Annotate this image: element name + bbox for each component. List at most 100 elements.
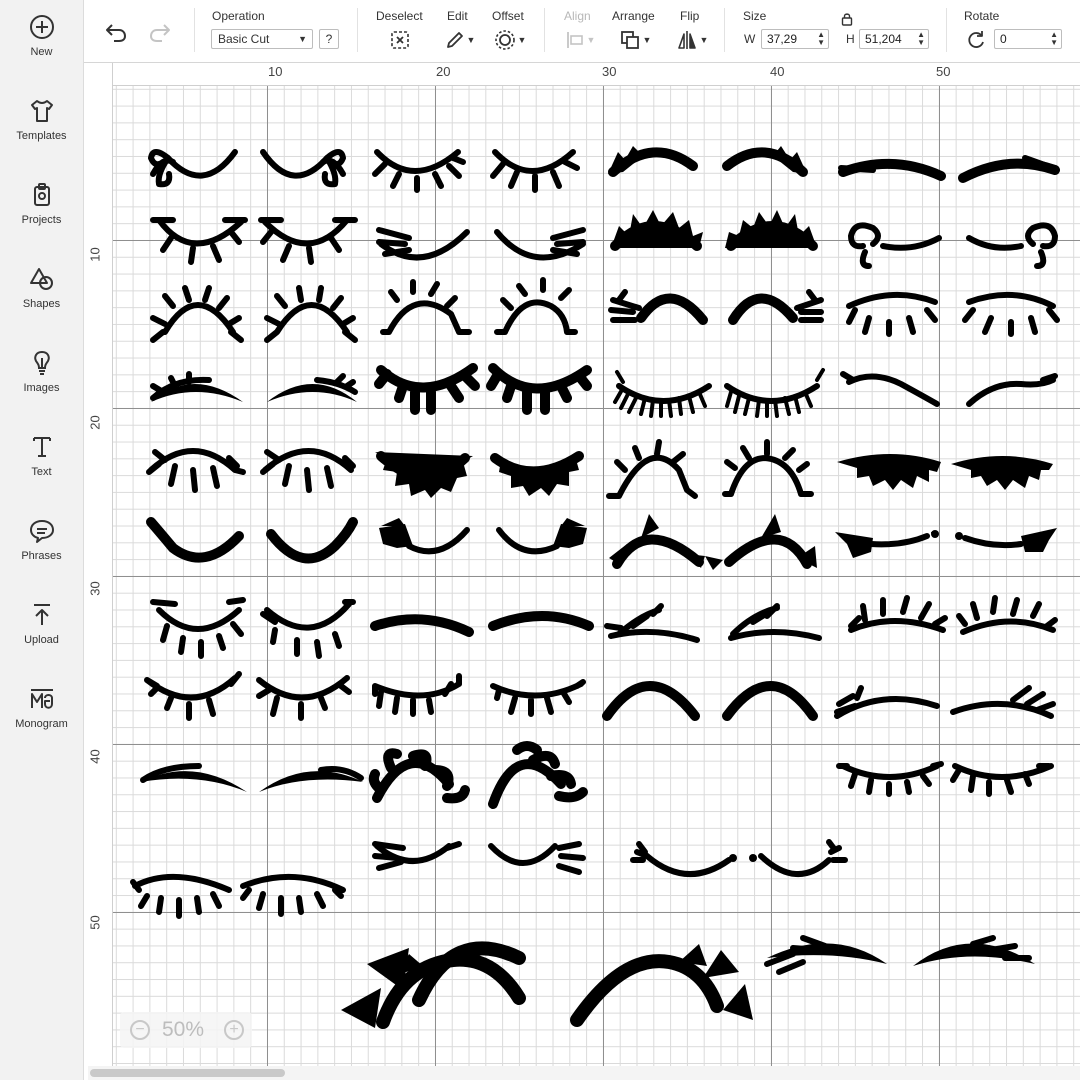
eyelash-shape[interactable]	[749, 839, 848, 877]
sidebar-item-new[interactable]: New	[0, 14, 83, 94]
eyelash-shape[interactable]	[722, 681, 818, 721]
eyelash-shape[interactable]	[630, 841, 737, 877]
eyelash-shape[interactable]	[150, 285, 244, 343]
eyelash-shape[interactable]	[606, 439, 698, 499]
eyelash-shape[interactable]	[341, 941, 526, 1029]
eyelash-shape[interactable]	[256, 675, 352, 721]
eyelash-shape[interactable]	[846, 291, 938, 337]
stepper-icon[interactable]: ▲ ▼	[917, 31, 925, 47]
redo-button[interactable]	[146, 20, 174, 44]
eyelash-shape[interactable]	[490, 149, 580, 193]
eyelash-shape[interactable]	[240, 873, 346, 917]
eyelash-shape[interactable]	[146, 448, 246, 493]
eyelash-shape[interactable]	[372, 841, 462, 871]
rotate-icon[interactable]	[966, 30, 986, 50]
eyelash-shape[interactable]	[368, 748, 470, 804]
eyelash-shape[interactable]	[486, 363, 592, 415]
eyelash-shape[interactable]	[837, 454, 941, 490]
eyelash-shape[interactable]	[372, 149, 466, 193]
eyelash-shape[interactable]	[150, 371, 243, 402]
height-field[interactable]: 51,204 ▲ ▼	[859, 29, 929, 49]
offset-button[interactable]: ▼	[492, 28, 528, 52]
eyelash-shape[interactable]	[260, 599, 356, 659]
operation-select[interactable]: Basic Cut ▼	[211, 29, 313, 49]
eyelash-shape[interactable]	[602, 681, 700, 721]
rotate-field[interactable]: 0 ▲ ▼	[994, 29, 1062, 49]
arrange-button[interactable]: ▼	[617, 28, 653, 52]
eyelash-shape[interactable]	[260, 448, 356, 493]
eyelash-shape[interactable]	[950, 763, 1054, 797]
eyelash-shape[interactable]	[950, 685, 1056, 719]
eyelash-shape[interactable]	[608, 289, 708, 325]
sidebar-item-images[interactable]: Images	[0, 350, 83, 430]
eyelash-shape[interactable]	[840, 371, 940, 407]
eyelash-shape[interactable]	[838, 158, 946, 181]
eyelash-shape[interactable]	[130, 873, 232, 919]
stepper-icon[interactable]: ▲ ▼	[1050, 31, 1058, 47]
sidebar-item-monogram[interactable]: Monogram	[0, 686, 83, 766]
eyelash-shape[interactable]	[144, 671, 242, 721]
eyelash-shape[interactable]	[951, 456, 1053, 490]
eyelash-shape[interactable]	[150, 597, 246, 659]
eyelash-shape[interactable]	[604, 603, 700, 643]
zoom-out-button[interactable]: −	[130, 1020, 150, 1040]
eyelash-shape[interactable]	[488, 841, 586, 875]
eyelash-shape[interactable]	[266, 517, 358, 564]
flip-button[interactable]: ▼	[674, 28, 710, 52]
sidebar-item-upload[interactable]: Upload	[0, 602, 83, 682]
eyelash-shape[interactable]	[722, 146, 808, 177]
eyelash-shape[interactable]	[372, 673, 462, 717]
eyelash-shape[interactable]	[705, 514, 817, 570]
eyelash-shape[interactable]	[913, 935, 1035, 966]
width-field[interactable]: 37,29 ▲ ▼	[761, 29, 829, 49]
eyelash-shape[interactable]	[260, 149, 346, 188]
eyelash-shape[interactable]	[966, 373, 1058, 407]
lock-icon[interactable]	[841, 12, 853, 26]
eyelash-artwork-group[interactable]	[113, 86, 1080, 1066]
eyelash-shape[interactable]	[724, 368, 825, 418]
sidebar-item-phrases[interactable]: Phrases	[0, 518, 83, 598]
eyelash-shape[interactable]	[488, 741, 588, 809]
eyelash-shape[interactable]	[380, 279, 472, 335]
sidebar-item-projects[interactable]: Projects	[0, 182, 83, 262]
operation-help-button[interactable]: ?	[319, 29, 339, 49]
eyelash-shape[interactable]	[834, 685, 940, 719]
edit-button[interactable]: ▼	[442, 28, 478, 52]
eyelash-shape[interactable]	[264, 285, 358, 343]
eyelash-shape[interactable]	[956, 595, 1058, 635]
eyelash-shape[interactable]	[148, 149, 238, 188]
eyelash-shape[interactable]	[608, 146, 698, 177]
scrollbar-thumb[interactable]	[90, 1069, 285, 1077]
eyelash-shape[interactable]	[728, 603, 822, 641]
eyelash-shape[interactable]	[488, 611, 594, 631]
eyelash-shape[interactable]	[722, 439, 814, 497]
eyelash-shape[interactable]	[259, 766, 364, 792]
sidebar-item-templates[interactable]: Templates	[0, 98, 83, 178]
deselect-button[interactable]	[387, 28, 413, 52]
eyelash-shape[interactable]	[496, 518, 587, 555]
eyelash-shape[interactable]	[150, 217, 248, 265]
eyelash-shape[interactable]	[955, 528, 1057, 552]
eyelash-shape[interactable]	[490, 679, 586, 717]
eyelash-shape[interactable]	[379, 518, 470, 555]
eyelash-shape[interactable]	[848, 595, 948, 633]
eyelash-shape[interactable]	[267, 373, 358, 402]
eyelash-shape[interactable]	[728, 289, 824, 325]
eyelash-shape[interactable]	[258, 217, 358, 265]
eyelash-shape[interactable]	[494, 227, 586, 261]
eyelash-shape[interactable]	[374, 363, 480, 415]
eyelash-shape[interactable]	[140, 763, 247, 792]
eyelash-shape[interactable]	[570, 944, 753, 1027]
eyelash-shape[interactable]	[370, 614, 474, 637]
zoom-in-button[interactable]: +	[224, 1020, 244, 1040]
stepper-icon[interactable]: ▲ ▼	[817, 31, 825, 47]
eyelash-shape[interactable]	[966, 222, 1058, 269]
eyelash-shape[interactable]	[494, 277, 578, 335]
eyelash-shape[interactable]	[613, 370, 712, 418]
eyelash-shape[interactable]	[835, 530, 939, 558]
eyelash-shape[interactable]	[958, 155, 1060, 183]
sidebar-item-text[interactable]: Text	[0, 434, 83, 514]
eyelash-shape[interactable]	[848, 222, 942, 269]
eyelash-shape[interactable]	[375, 451, 473, 498]
eyelash-shape[interactable]	[490, 451, 584, 496]
